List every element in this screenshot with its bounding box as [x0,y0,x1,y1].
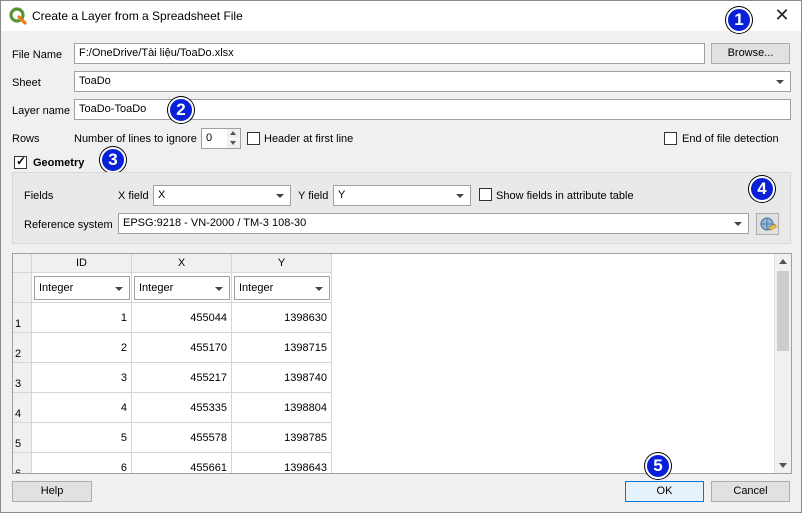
chevron-down-icon [456,194,464,198]
crs-select[interactable]: EPSG:9218 - VN-2000 / TM-3 108-30 [118,213,749,234]
row-header[interactable]: 3 [13,363,32,393]
scrollbar-thumb[interactable] [777,271,789,351]
table-cell[interactable]: 455170 [132,333,232,363]
row-header[interactable]: 2 [13,333,32,363]
table-corner [13,254,32,273]
table-cell[interactable]: 1398715 [232,333,332,363]
type-value-y: Integer [239,282,274,294]
close-icon[interactable]: ✕ [769,4,795,28]
type-select-y[interactable]: Integer [234,276,330,300]
lines-to-ignore-value: 0 [206,132,213,144]
table-cell[interactable]: 6 [32,453,132,473]
y-field-value: Y [338,189,346,201]
row-header[interactable]: 5 [13,423,32,453]
header-first-line-checkbox[interactable] [247,132,260,145]
row-header[interactable]: 4 [13,393,32,423]
table-cell[interactable]: 1398643 [232,453,332,473]
table-cell[interactable]: 1398630 [232,303,332,333]
sheet-label: Sheet [12,77,41,89]
column-header-id[interactable]: ID [32,254,132,273]
spin-down-icon[interactable] [227,139,240,148]
file-name-input[interactable]: F:/OneDrive/Tài liệu/ToaDo.xlsx [74,43,705,64]
vertical-scrollbar[interactable] [774,254,791,473]
ok-button[interactable]: OK [625,481,704,502]
callout-badge-4: 4 [749,176,775,202]
table-cell[interactable]: 1 [32,303,132,333]
crs-selector-button[interactable] [756,213,779,235]
sheet-select[interactable]: ToaDo [74,71,791,92]
table-cell[interactable]: 1398740 [232,363,332,393]
reference-system-label: Reference system [24,219,113,231]
table-cell[interactable]: 455578 [132,423,232,453]
type-cell-y: Integer [232,273,332,303]
table-cell[interactable]: 4 [32,393,132,423]
type-select-x[interactable]: Integer [134,276,230,300]
eof-detection-label: End of file detection [682,133,779,145]
table-cell[interactable]: 5 [32,423,132,453]
callout-badge-3: 3 [100,147,126,173]
row-header[interactable]: 6 [13,453,32,473]
lines-to-ignore-spinner[interactable]: 0 [201,128,241,149]
type-value-x: Integer [139,282,174,294]
qgis-logo-icon [9,7,27,25]
eof-detection-checkbox[interactable] [664,132,677,145]
browse-button[interactable]: Browse... [711,43,790,64]
y-field-label: Y field [298,190,329,202]
chevron-down-icon [734,222,742,226]
header-first-line-label: Header at first line [264,133,354,145]
x-field-select[interactable]: X [153,185,291,206]
preview-table: ID X Y Integer Integer Integer 1 1 45504… [12,253,792,474]
dialog-window: Create a Layer from a Spreadsheet File ✕… [0,0,802,513]
chevron-down-icon [776,80,784,84]
y-field-select[interactable]: Y [333,185,471,206]
globe-pencil-icon [760,217,777,231]
table-cell[interactable]: 455661 [132,453,232,473]
chevron-down-icon [115,287,123,291]
geometry-label: Geometry [33,157,85,169]
fields-label: Fields [24,190,54,202]
column-header-y[interactable]: Y [232,254,332,273]
chevron-down-icon [315,287,323,291]
table-cell[interactable]: 1398785 [232,423,332,453]
checkmark-icon: ✓ [16,154,27,168]
cancel-button[interactable]: Cancel [711,481,790,502]
geometry-checkbox[interactable]: ✓ [14,154,27,169]
type-row-header [13,273,32,303]
table-cell[interactable]: 1398804 [232,393,332,423]
show-fields-checkbox[interactable] [479,188,492,201]
table-cell[interactable]: 3 [32,363,132,393]
callout-badge-2: 2 [168,97,194,123]
sheet-value: ToaDo [79,75,111,87]
type-cell-x: Integer [132,273,232,303]
crs-value: EPSG:9218 - VN-2000 / TM-3 108-30 [123,217,307,229]
window-title: Create a Layer from a Spreadsheet File [32,9,243,23]
table-cell[interactable]: 455044 [132,303,232,333]
type-cell-id: Integer [32,273,132,303]
table-cell[interactable]: 455335 [132,393,232,423]
column-header-x[interactable]: X [132,254,232,273]
type-select-id[interactable]: Integer [34,276,130,300]
table-cell[interactable]: 2 [32,333,132,363]
help-button[interactable]: Help [12,481,92,502]
title-bar: Create a Layer from a Spreadsheet File ✕ [1,1,801,31]
spin-up-icon[interactable] [227,129,240,138]
x-field-value: X [158,189,166,201]
type-value-id: Integer [39,282,74,294]
chevron-down-icon [215,287,223,291]
show-fields-label: Show fields in attribute table [496,190,634,202]
layer-name-label: Layer name [12,105,71,117]
table-cell[interactable]: 455217 [132,363,232,393]
scroll-down-icon[interactable] [779,463,787,468]
callout-badge-5: 5 [645,453,671,479]
scroll-up-icon[interactable] [779,259,787,264]
row-header[interactable]: 1 [13,303,32,333]
chevron-down-icon [276,194,284,198]
file-name-label: File Name [12,49,63,61]
callout-badge-1: 1 [726,7,752,33]
lines-to-ignore-label: Number of lines to ignore [74,133,197,145]
x-field-label: X field [118,190,149,202]
rows-label: Rows [12,133,40,145]
